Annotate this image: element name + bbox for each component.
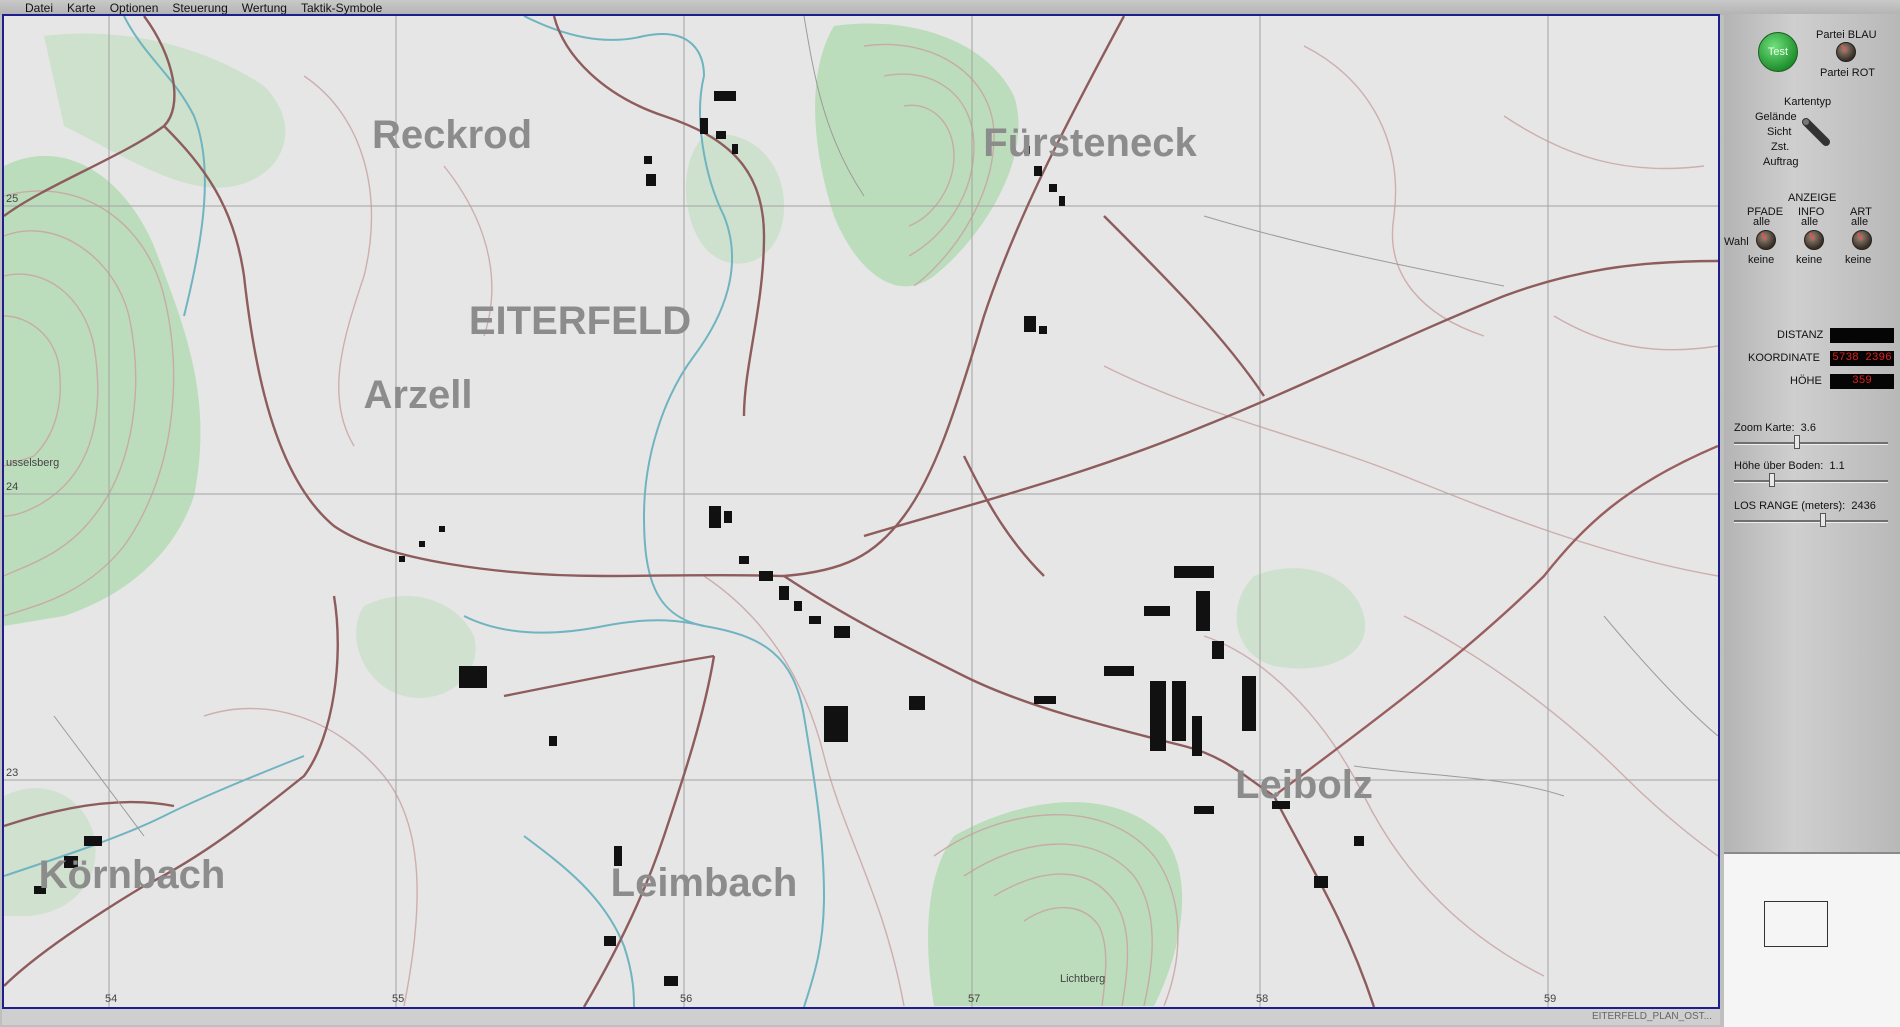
los-slider-label: LOS RANGE (meters): 2436 (1734, 500, 1876, 512)
height-label: HÖHE (1790, 375, 1822, 387)
display-title: ANZEIGE (1788, 192, 1837, 204)
distance-label: DISTANZ (1777, 329, 1824, 341)
map-footer: EITERFELD_PLAN_OST... (2, 1009, 1720, 1025)
map-type-auftrag[interactable]: Auftrag (1763, 156, 1798, 168)
hill-label-lichtberg: Lichtberg (1060, 973, 1105, 985)
minimap-viewport[interactable] (1764, 901, 1828, 947)
town-eiterfeld: EITERFELD (469, 299, 691, 343)
menu-wertung[interactable]: Wertung (242, 1, 287, 15)
wahl-label: Wahl (1724, 236, 1749, 248)
grid-x-58: 58 (1256, 993, 1268, 1005)
map-type-lever-icon[interactable] (1800, 116, 1834, 152)
hill-label-usselsberg: usselsberg (6, 457, 59, 469)
grid-x-56: 56 (680, 993, 692, 1005)
town-leibolz: Leibolz (1235, 763, 1373, 807)
zoom-slider-thumb[interactable] (1794, 435, 1800, 449)
grid-x-57: 57 (968, 993, 980, 1005)
menu-steuerung[interactable]: Steuerung (172, 1, 227, 15)
display-art-bottom: keine (1845, 254, 1872, 266)
hob-slider-label: Höhe über Boden: 1.1 (1734, 460, 1845, 472)
map-type-sicht[interactable]: Sicht (1767, 126, 1791, 138)
display-art-top: alle (1851, 216, 1869, 228)
map-view[interactable]: Reckrod Fürsteneck EITERFELD Arzell Körn… (2, 14, 1720, 1009)
menu-datei[interactable]: Datei (25, 1, 53, 15)
grid-y-24: 24 (6, 481, 18, 493)
town-fuersteneck: Fürsteneck (983, 121, 1197, 165)
control-panel: Test Partei BLAU Partei ROT Kartentyp Ge… (1724, 14, 1900, 1027)
display-info-top: alle (1801, 216, 1819, 228)
art-knob[interactable] (1852, 230, 1872, 250)
zoom-slider-track[interactable] (1734, 442, 1888, 445)
town-reckrod: Reckrod (372, 113, 532, 157)
zoom-slider-label: Zoom Karte: 3.6 (1734, 422, 1816, 434)
hob-slider-thumb[interactable] (1768, 473, 1775, 487)
grid-y-25: 25 (6, 193, 18, 205)
los-slider-thumb[interactable] (1819, 513, 1826, 527)
map-type-zst[interactable]: Zst. (1771, 141, 1789, 153)
grid-x-54: 54 (105, 993, 117, 1005)
grid-y-23: 23 (6, 767, 18, 779)
display-info-bottom: keine (1796, 254, 1823, 266)
pfade-knob[interactable] (1756, 230, 1776, 250)
town-leimbach: Leimbach (611, 861, 798, 905)
height-readout: 359 (1830, 374, 1894, 389)
town-arzell: Arzell (364, 373, 473, 417)
map-type-title: Kartentyp (1784, 96, 1832, 108)
menu-taktik-symbole[interactable]: Taktik-Symbole (301, 1, 382, 15)
town-koernbach: Körnbach (39, 853, 226, 897)
map-canvas[interactable]: Reckrod Fürsteneck EITERFELD Arzell Körn… (4, 16, 1718, 1007)
menu-karte[interactable]: Karte (67, 1, 96, 15)
party-knob[interactable] (1836, 42, 1856, 62)
party-red-label: Partei ROT (1820, 67, 1876, 79)
menu-optionen[interactable]: Optionen (110, 1, 159, 15)
display-pfade-bottom: keine (1748, 254, 1775, 266)
menu-bar: Datei Karte Optionen Steuerung Wertung T… (0, 0, 1900, 15)
hob-slider-track[interactable] (1734, 480, 1888, 483)
map-type-gelaende[interactable]: Gelände (1755, 111, 1797, 123)
grid-x-55: 55 (392, 993, 404, 1005)
party-blue-label: Partei BLAU (1816, 29, 1877, 41)
minimap[interactable] (1724, 852, 1900, 1027)
test-button[interactable]: Test (1758, 32, 1798, 72)
los-slider-track[interactable] (1734, 520, 1888, 523)
coord-readout: 5738 2396 (1830, 351, 1894, 366)
display-pfade-top: alle (1753, 216, 1771, 228)
coord-label: KOORDINATE (1748, 352, 1820, 364)
grid-x-59: 59 (1544, 993, 1556, 1005)
info-knob[interactable] (1804, 230, 1824, 250)
distance-readout (1830, 328, 1894, 343)
